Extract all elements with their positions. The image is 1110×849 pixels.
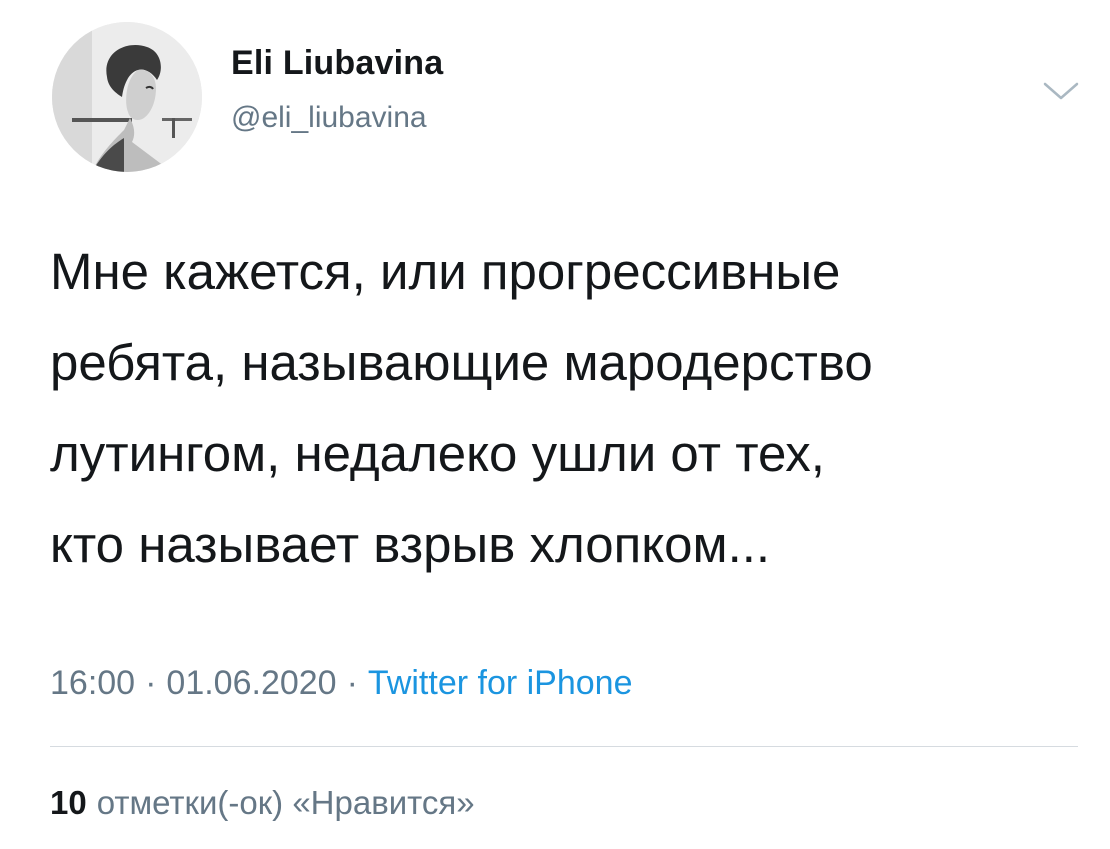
- avatar[interactable]: [52, 22, 202, 172]
- tweet-text-line: лутингом, недалеко ушли от тех,: [50, 425, 825, 482]
- tweet-text-line: ребята, называющие мародерство: [50, 334, 873, 391]
- tweet-text: Мне кажется, или прогрессивные ребята, н…: [50, 226, 1090, 590]
- likes-count: 10: [50, 784, 87, 821]
- likes-stat[interactable]: 10 отметки(-ок) «Нравится»: [50, 784, 475, 822]
- tweet-time[interactable]: 16:00: [50, 664, 135, 702]
- tweet-source-link[interactable]: Twitter for iPhone: [368, 664, 633, 702]
- meta-separator: ·: [145, 664, 157, 702]
- avatar-photo: [52, 22, 202, 172]
- tweet-text-line: Мне кажется, или прогрессивные: [50, 243, 841, 300]
- tweet-card: Eli Liubavina @eli_liubavina Мне кажется…: [0, 0, 1110, 849]
- meta-separator: ·: [346, 664, 358, 702]
- divider: [50, 746, 1078, 747]
- tweet-meta: 16:00 · 01.06.2020 · Twitter for iPhone: [50, 664, 632, 703]
- chevron-down-icon[interactable]: [1040, 78, 1082, 106]
- author-handle[interactable]: @eli_liubavina: [231, 101, 427, 135]
- likes-label: отметки(-ок) «Нравится»: [96, 784, 475, 821]
- author-name[interactable]: Eli Liubavina: [231, 44, 443, 83]
- tweet-date[interactable]: 01.06.2020: [166, 664, 336, 702]
- tweet-text-line: кто называет взрыв хлопком...: [50, 516, 771, 573]
